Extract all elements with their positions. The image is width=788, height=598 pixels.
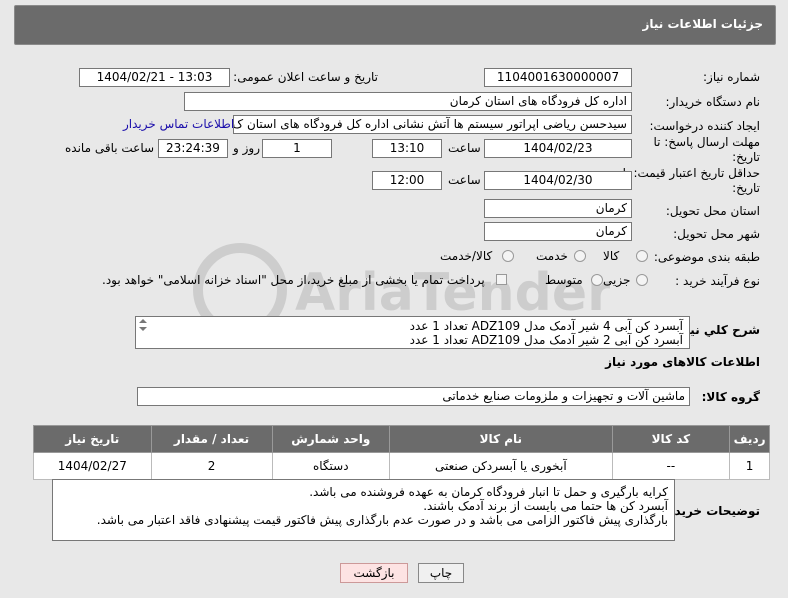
table-row[interactable]: 1404/02/27 2 دستگاه آبخوری یا آبسردکن صن… bbox=[33, 452, 770, 480]
treasury-payment-checkbox[interactable] bbox=[496, 274, 507, 285]
category-service-radio[interactable] bbox=[574, 250, 586, 262]
announce-datetime-field[interactable]: 1404/02/21 - 13:03 bbox=[79, 68, 230, 87]
cell-unit: دستگاه bbox=[271, 452, 391, 480]
cell-date: 1404/02/27 bbox=[33, 452, 152, 480]
category-both-radio[interactable] bbox=[502, 250, 514, 262]
general-desc-line-1: آبسرد کن آبی 4 شیر آدمک مدل ADZ109 تعداد… bbox=[409, 319, 683, 333]
back-button[interactable]: بازگشت bbox=[340, 563, 408, 583]
remaining-time-label: ساعت باقی مانده bbox=[65, 141, 155, 155]
purchase-minor-label: جزیی bbox=[603, 273, 631, 287]
goods-section-title: اطلاعات کالاهای مورد نیاز bbox=[605, 355, 760, 369]
buyer-org-field[interactable]: اداره کل فرودگاه های استان کرمان bbox=[184, 92, 632, 111]
svg-text:AriaTender.neT: AriaTender.neT bbox=[295, 263, 610, 323]
remaining-time-field[interactable]: 23:24:39 bbox=[158, 139, 228, 158]
requester-label: ایجاد کننده درخواست: bbox=[649, 119, 760, 133]
cell-index: 1 bbox=[729, 452, 770, 480]
goods-table: تاریخ نیاز تعداد / مقدار واحد شمارش نام … bbox=[33, 425, 770, 480]
scroll-arrows-icon[interactable] bbox=[137, 318, 149, 332]
page-header: جزئیات اطلاعات نیاز bbox=[14, 5, 776, 45]
reply-deadline-label: مهلت ارسال پاسخ: تا تاریخ: bbox=[653, 135, 760, 164]
delivery-city-field[interactable]: کرمان bbox=[484, 222, 632, 241]
goods-group-label: گروه کالا: bbox=[701, 390, 760, 404]
requester-field[interactable]: سیدحسن ریاضی اپراتور سیستم ها آتش نشانی … bbox=[233, 115, 632, 134]
cell-name: آبخوری یا آبسردکن صنعتی bbox=[389, 452, 613, 480]
purchase-medium-radio[interactable] bbox=[591, 274, 603, 286]
price-validity-date-field[interactable]: 1404/02/30 bbox=[484, 171, 632, 190]
category-goods-radio[interactable] bbox=[636, 250, 648, 262]
buyer-notes-line-2: آبسرد کن ها حتما می بایست از برند آدمک ب… bbox=[423, 499, 668, 513]
reply-days-label: روز و bbox=[233, 141, 260, 155]
announce-datetime-label: تاریخ و ساعت اعلان عمومی: bbox=[233, 70, 378, 84]
col-unit-header: واحد شمارش bbox=[271, 425, 391, 453]
reply-time-field[interactable]: 13:10 bbox=[372, 139, 442, 158]
buyer-notes-line-1: کرایه بارگیری و حمل تا انبار فرودگاه کرم… bbox=[309, 485, 668, 499]
general-desc-line-2: آبسرد کن آبی 2 شیر آدمک مدل ADZ109 تعداد… bbox=[409, 333, 683, 347]
col-name-header: نام کالا bbox=[389, 425, 613, 453]
cell-qty: 2 bbox=[150, 452, 273, 480]
general-desc-textarea[interactable]: آبسرد کن آبی 4 شیر آدمک مدل ADZ109 تعداد… bbox=[135, 316, 690, 349]
delivery-province-label: استان محل تحویل: bbox=[665, 204, 760, 218]
price-validity-time-field[interactable]: 12:00 bbox=[372, 171, 442, 190]
col-date-header: تاریخ نیاز bbox=[33, 425, 152, 453]
goods-group-field[interactable]: ماشین آلات و تجهیزات و ملزومات صنایع خدم… bbox=[137, 387, 690, 406]
category-both-label: کالا/خدمت bbox=[440, 249, 493, 263]
reply-date-field[interactable]: 1404/02/23 bbox=[484, 139, 632, 158]
buyer-contact-link[interactable]: اطلاعات تماس خریدار bbox=[123, 117, 234, 131]
purchase-type-label: نوع فرآیند خرید : bbox=[675, 274, 760, 288]
purchase-minor-radio[interactable] bbox=[636, 274, 648, 286]
category-service-label: خدمت bbox=[536, 249, 568, 263]
need-number-label: شماره نیاز: bbox=[703, 70, 760, 84]
delivery-province-field[interactable]: کرمان bbox=[484, 199, 632, 218]
buyer-notes-line-3: بارگذاری پیش فاکتور الزامی می باشد و در … bbox=[96, 513, 668, 527]
goods-table-header: تاریخ نیاز تعداد / مقدار واحد شمارش نام … bbox=[33, 425, 770, 453]
reply-days-field[interactable]: 1 bbox=[262, 139, 332, 158]
page-title: جزئیات اطلاعات نیاز bbox=[642, 17, 763, 31]
category-goods-label: کالا bbox=[603, 249, 620, 263]
cell-code: -- bbox=[611, 452, 731, 480]
treasury-payment-note: پرداخت تمام یا بخشی از مبلغ خرید،از محل … bbox=[102, 273, 485, 287]
reply-time-label: ساعت bbox=[448, 141, 481, 155]
col-index-header: ردیف bbox=[729, 425, 770, 453]
price-validity-time-label: ساعت bbox=[448, 173, 481, 187]
category-label: طبقه بندی موضوعی: bbox=[653, 250, 760, 264]
need-number-field[interactable]: 1104001630000007 bbox=[484, 68, 632, 87]
price-validity-label: حداقل تاریخ اعتبار قیمت: تا تاریخ: bbox=[622, 166, 760, 195]
purchase-medium-label: متوسط bbox=[545, 273, 583, 287]
print-button[interactable]: چاپ bbox=[418, 563, 464, 583]
buyer-org-label: نام دستگاه خریدار: bbox=[665, 95, 761, 109]
col-code-header: کد کالا bbox=[611, 425, 731, 453]
buyer-notes-textarea[interactable]: کرایه بارگیری و حمل تا انبار فرودگاه کرم… bbox=[52, 479, 675, 541]
delivery-city-label: شهر محل تحویل: bbox=[673, 227, 760, 241]
col-qty-header: تعداد / مقدار bbox=[150, 425, 273, 453]
